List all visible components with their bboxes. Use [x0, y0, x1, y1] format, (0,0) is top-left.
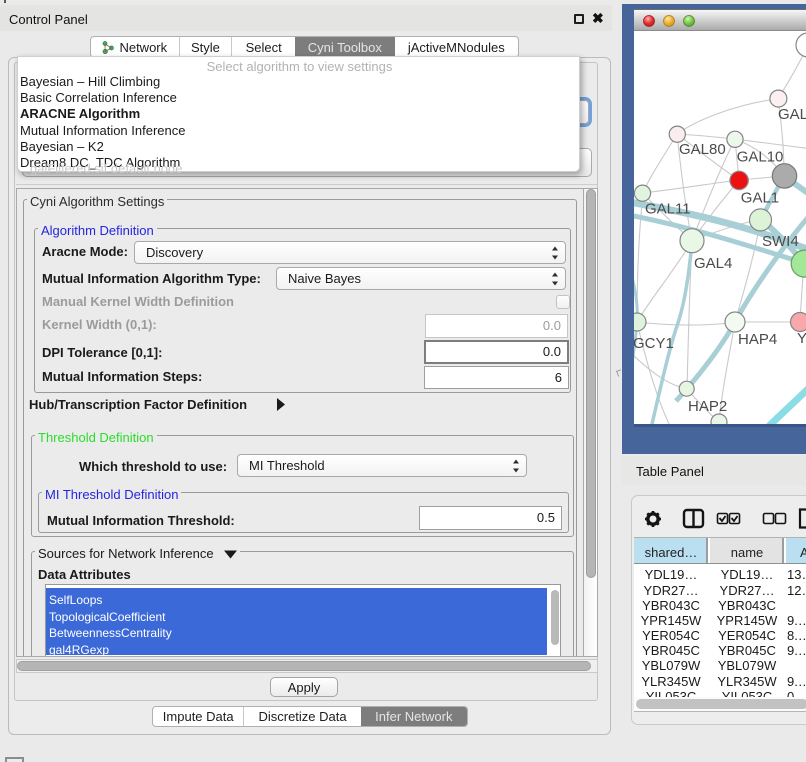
svg-text:HAP4: HAP4 — [738, 331, 777, 348]
svg-text:GAL80: GAL80 — [679, 141, 726, 158]
svg-text:GAL10: GAL10 — [737, 149, 784, 166]
svg-text:GAL7: GAL7 — [778, 106, 806, 123]
svg-text:GCY1: GCY1 — [634, 335, 674, 352]
svg-text:HAP2: HAP2 — [688, 398, 727, 415]
svg-text:GAL1: GAL1 — [741, 189, 779, 206]
svg-text:YJ: YJ — [797, 330, 806, 347]
svg-text:GAL11: GAL11 — [645, 201, 691, 218]
svg-text:SWI4: SWI4 — [762, 233, 799, 250]
svg-text:GAL4: GAL4 — [694, 255, 732, 272]
